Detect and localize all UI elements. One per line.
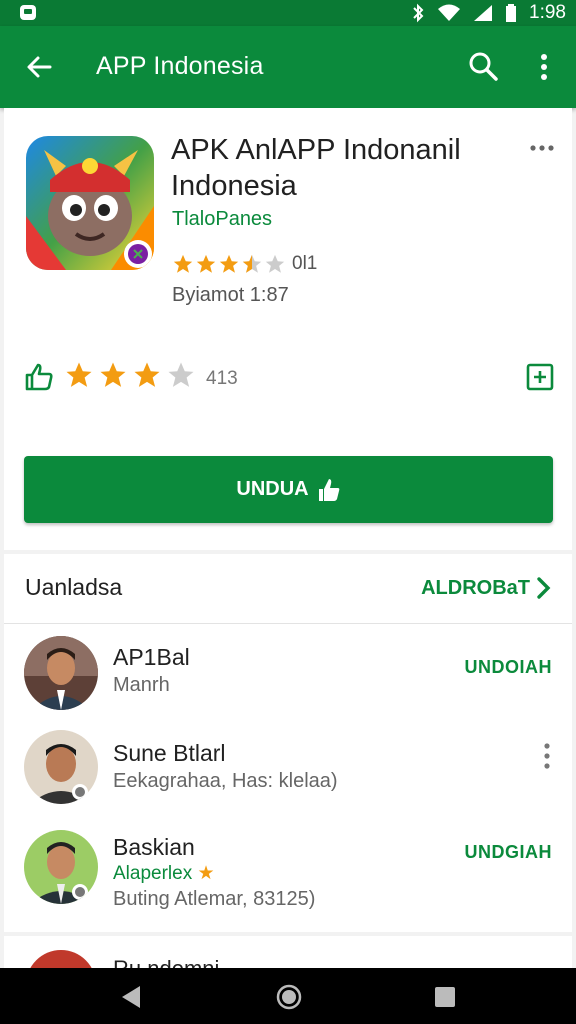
item-name: Sune Btlarl [113,740,226,766]
item-download-button[interactable]: UNDGIAH [465,842,553,863]
system-nav-bar [0,968,576,1024]
more-horiz-icon[interactable] [528,138,556,158]
star-icon [134,362,160,387]
item-name: Ru.ndemni [113,956,219,968]
notification-icon [20,5,36,20]
star-empty-icon [168,362,194,387]
install-button-label: UNDUA [236,478,309,500]
thumb-up-icon [318,478,339,501]
avatar [26,950,96,968]
signal-icon [474,5,493,21]
related-list-card: Uanladsa ALDROBaT AP1Bal Manrh UNDOIAH S… [4,554,572,932]
item-name: Baskian [113,834,195,860]
star-icon [219,254,239,273]
back-arrow-icon[interactable] [22,50,56,84]
rating-row: 0l1 [172,253,317,275]
list-item[interactable]: Sune Btlarl Eekagrahaa, Has: klelaa) [4,720,572,816]
battery-icon [506,4,517,22]
nav-back-icon[interactable] [118,984,144,1010]
star-half-icon [242,254,262,273]
app-icon[interactable] [26,136,154,270]
avatar [24,730,98,804]
item-subtitle: Manrh [113,674,170,696]
rating-count: 0l1 [292,253,318,274]
star-icon [173,254,193,273]
item-tag: Alaperlex ★ [113,862,215,885]
section-more-link[interactable]: ALDROBaT [421,576,552,600]
wifi-icon [438,4,461,21]
app-info-card: APK AnlAPP Indonanil Indonesia TlaloPane… [4,108,572,550]
review-row: 413 [24,360,554,394]
section-link-label: ALDROBaT [421,576,530,599]
app-title: APK AnlAPP Indonanil Indonesia [171,134,461,202]
review-count: 413 [206,368,238,389]
search-icon[interactable] [466,49,500,83]
nav-home-icon[interactable] [276,984,302,1010]
bluetooth-icon [413,3,424,23]
section-header: Uanladsa ALDROBaT [4,554,572,624]
star-icon [100,362,126,387]
trophy-icon: ★ [197,863,215,884]
avatar [24,830,98,904]
add-box-icon[interactable] [525,362,555,392]
more-vert-icon[interactable] [542,742,552,770]
developer-name[interactable]: TlaloPanes [172,208,272,231]
review-rating-stars[interactable] [64,360,196,390]
item-download-button[interactable]: UNDOIAH [465,657,553,678]
star-empty-icon [265,254,285,273]
item-name: AP1Bal [113,644,190,670]
app-meta: Byiamot 1:87 [172,284,289,306]
partial-list-card: Ru.ndemni [4,936,572,968]
section-title: Uanladsa [25,574,123,600]
app-bar: APP Indonesia [0,26,576,108]
status-bar: 1:98 [0,0,576,26]
list-item[interactable]: Baskian Alaperlex ★ Buting Atlemar, 8312… [4,816,572,912]
chevron-right-icon [537,577,551,599]
install-button[interactable]: UNDUA [24,456,553,523]
star-icon [196,254,216,273]
nav-recents-icon[interactable] [432,984,458,1010]
item-subtitle: Eekagrahaa, Has: klelaa) [113,770,338,792]
item-tag-label: Alaperlex [113,863,193,884]
list-item[interactable]: AP1Bal Manrh UNDOIAH [4,624,572,720]
item-subtitle: Buting Atlemar, 83125) [113,888,316,910]
star-icon [66,362,92,387]
status-time: 1:98 [529,2,566,23]
app-bar-title: APP Indonesia [96,52,264,80]
small-rating-stars [172,253,286,275]
more-vert-icon[interactable] [532,50,556,84]
thumb-up-outline-icon[interactable] [24,362,54,392]
avatar [24,636,98,710]
